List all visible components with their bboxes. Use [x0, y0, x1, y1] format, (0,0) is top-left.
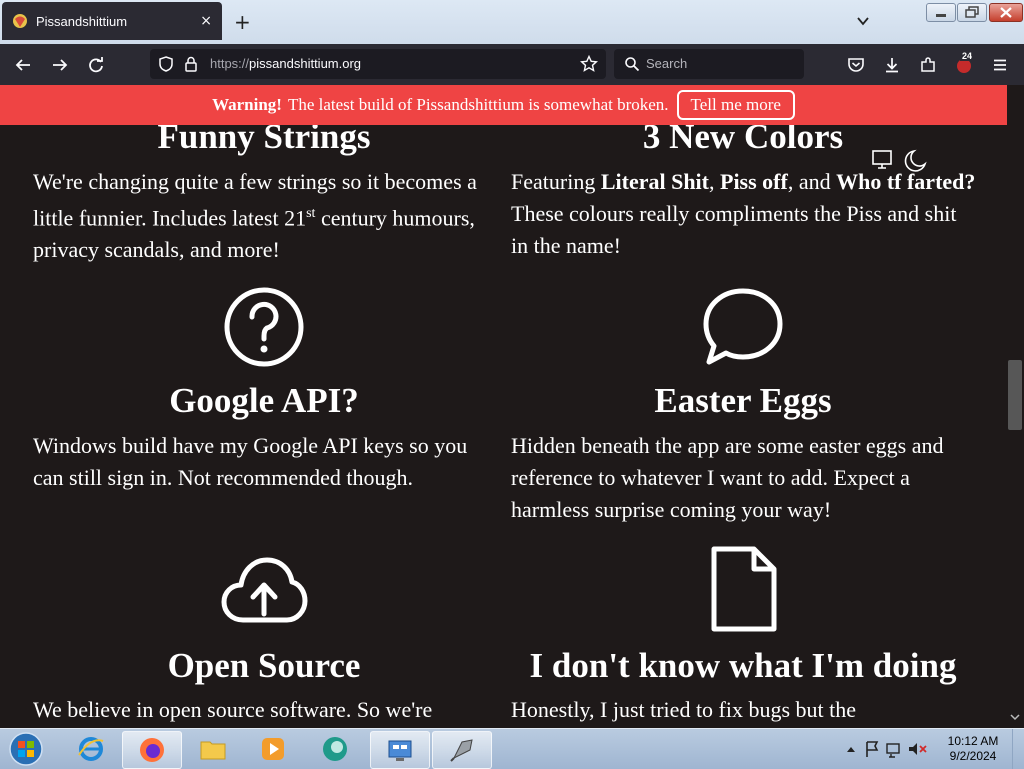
new-colors-desc-a: Featuring [511, 169, 601, 194]
show-desktop-button[interactable] [1012, 729, 1024, 769]
rocket-icon [450, 739, 473, 762]
tab-title: Pissandshittium [36, 13, 128, 29]
clock-date: 9/2/2024 [949, 749, 997, 763]
tell-me-more-button[interactable]: Tell me more [676, 90, 795, 120]
speech-bubble-icon [703, 288, 783, 365]
warning-banner: Warning! The latest build of Pissandshit… [0, 85, 1007, 125]
extensions-puzzle-icon[interactable] [919, 56, 937, 74]
browser-tab[interactable]: Pissandshittium × [2, 2, 222, 40]
taskbar-firefox[interactable] [122, 731, 182, 769]
search-icon [625, 57, 640, 72]
theme-toggle[interactable] [870, 148, 930, 174]
bookmark-star-icon[interactable] [580, 55, 598, 73]
pocket-icon[interactable] [847, 56, 865, 74]
notification-badge: 24 [960, 51, 975, 61]
warning-text: The latest build of Pissandshittium is s… [287, 95, 669, 114]
address-bar[interactable]: https://pissandshittium.org [150, 49, 606, 79]
volume-muted-icon[interactable] [909, 743, 927, 755]
scroll-down-arrow-icon[interactable] [1010, 712, 1020, 722]
taskbar-control-panel[interactable] [370, 731, 430, 769]
navigation-toolbar: https://pissandshittium.org Search 24 [0, 44, 1024, 85]
action-center-flag-icon[interactable] [866, 741, 879, 757]
close-window-button[interactable] [989, 3, 1023, 22]
reload-icon[interactable] [87, 56, 105, 74]
round-app-icon [323, 737, 347, 761]
hamburger-menu-icon[interactable] [991, 56, 1009, 74]
control-panel-icon [388, 740, 412, 761]
feature-desc-dont-know: Honestly, I just tried to fix bugs but t… [511, 697, 857, 722]
taskbar-rocket-app[interactable] [432, 731, 492, 769]
lock-icon[interactable] [184, 56, 198, 72]
downloads-icon[interactable] [883, 56, 901, 74]
new-colors-sep2: , and [787, 169, 837, 194]
tab-close-icon[interactable]: × [200, 13, 212, 29]
feature-desc-new-colors: Featuring Literal Shit, Piss off, and Wh… [511, 166, 976, 262]
feature-title-funny-strings: Funny Strings [157, 125, 371, 156]
question-mark-icon [224, 287, 304, 367]
feature-desc-funny-strings: We're changing quite a few strings so it… [33, 166, 498, 266]
firefox-icon [140, 738, 164, 762]
taskbar-media-player[interactable] [244, 731, 302, 767]
feature-title-dont-know: I don't know what I'm doing [529, 646, 957, 685]
list-all-tabs-icon[interactable] [856, 14, 870, 28]
search-placeholder: Search [646, 56, 688, 71]
windows-taskbar: 10:12 AM 9/2/2024 [0, 728, 1024, 769]
network-icon[interactable] [886, 743, 900, 758]
start-button-icon[interactable] [4, 731, 48, 767]
new-tab-button[interactable]: + [234, 12, 251, 32]
feature-desc-open-source: We believe in open source software. So w… [33, 697, 433, 722]
moon-icon[interactable] [904, 149, 927, 172]
tray-expand-icon[interactable] [847, 747, 855, 752]
taskbar-clock[interactable]: 10:12 AM 9/2/2024 [940, 734, 1006, 764]
monitor-icon[interactable] [872, 150, 892, 169]
site-favicon-icon [13, 14, 27, 28]
tracking-protection-shield-icon[interactable] [158, 56, 174, 72]
folder-icon [200, 741, 226, 760]
feature-desc-easter-eggs: Hidden beneath the app are some easter e… [511, 433, 944, 522]
feature-title-google-api: Google API? [169, 381, 359, 420]
minimize-button[interactable] [926, 3, 956, 22]
search-bar[interactable]: Search [614, 49, 804, 79]
media-player-icon [262, 738, 284, 760]
scrollbar-thumb[interactable] [1008, 360, 1022, 430]
color-piss-off: Piss off [720, 169, 788, 194]
new-colors-desc-b: These colours really compliments the Pis… [511, 201, 957, 258]
warning-label: Warning! [212, 95, 282, 114]
feature-desc-google-api: Windows build have my Google API keys so… [33, 433, 468, 490]
taskbar-internet-explorer[interactable] [62, 731, 120, 767]
back-arrow-icon[interactable] [14, 56, 32, 74]
page-content: Funny Strings We're changing quite a few… [0, 125, 1007, 728]
color-literal-shit: Literal Shit [600, 169, 709, 194]
internet-explorer-icon [78, 737, 104, 761]
clock-time: 10:12 AM [947, 734, 999, 748]
feature-title-easter-eggs: Easter Eggs [654, 381, 832, 420]
cloud-upload-icon [221, 557, 308, 623]
restore-button[interactable] [957, 3, 987, 22]
url-text[interactable]: https://pissandshittium.org [210, 56, 361, 71]
document-file-icon [711, 546, 777, 632]
forward-arrow-icon[interactable] [51, 56, 69, 74]
new-colors-sep1: , [709, 169, 720, 194]
system-tray [847, 741, 927, 758]
taskbar-app-round[interactable] [306, 731, 364, 767]
url-protocol: https:// [210, 56, 250, 71]
taskbar-file-explorer[interactable] [184, 731, 242, 767]
feature-title-open-source: Open Source [167, 646, 361, 685]
title-bar: Pissandshittium × + [0, 0, 1024, 44]
url-host: pissandshittium.org [249, 56, 362, 71]
